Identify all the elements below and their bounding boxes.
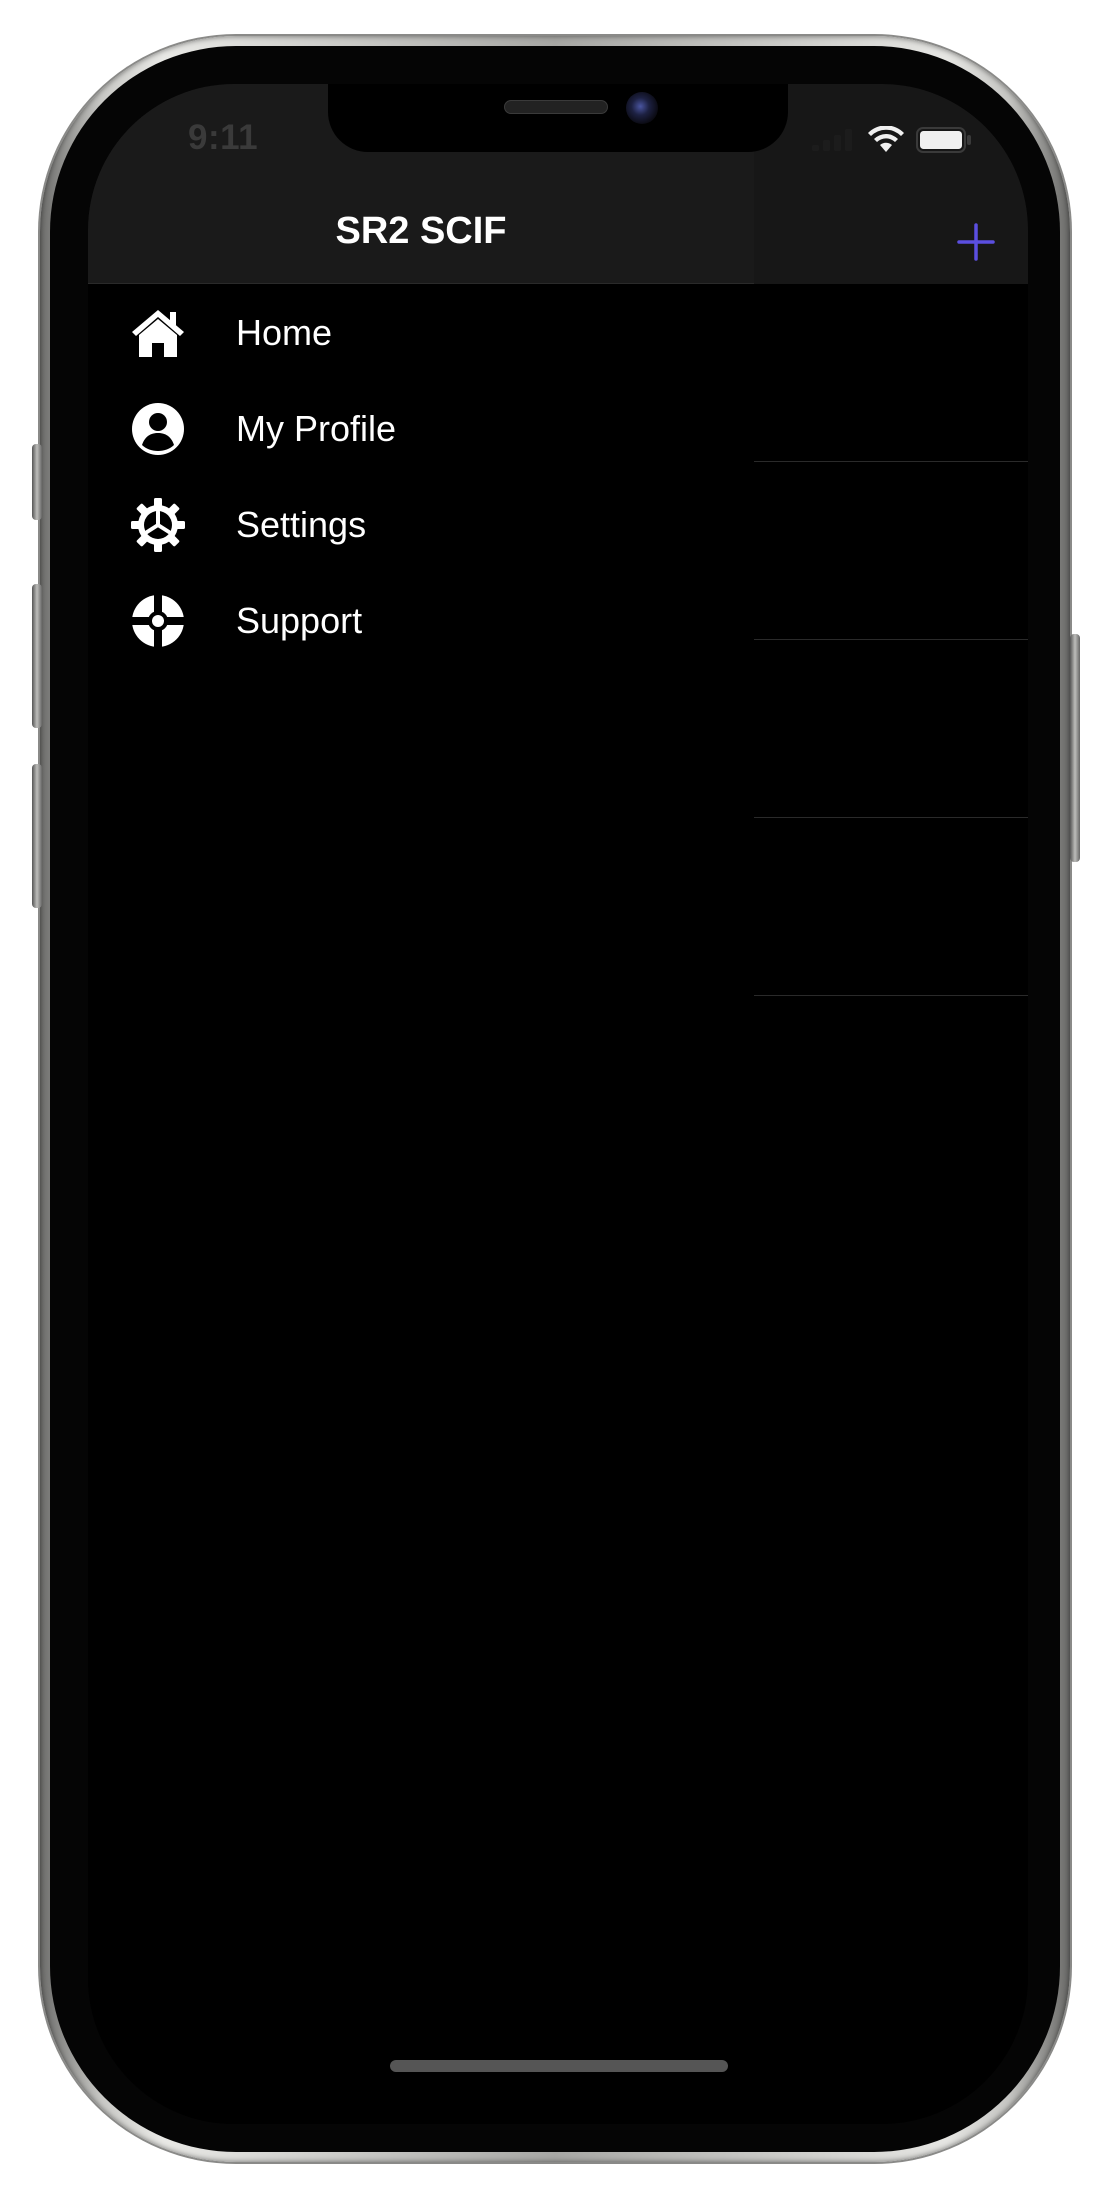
side-drawer: 9:11 SR2 SCIF Home My Profile Settings S… [88, 84, 754, 2124]
home-indicator[interactable] [390, 2060, 728, 2072]
support-icon [130, 593, 186, 649]
menu-item-my-profile[interactable]: My Profile [88, 380, 754, 478]
menu-item-home[interactable]: Home [88, 284, 754, 382]
menu-item-label: Home [236, 312, 333, 353]
volume-up-button [32, 584, 42, 728]
settings-icon [130, 497, 186, 553]
home-icon [130, 305, 186, 361]
add-button[interactable] [948, 214, 1004, 270]
volume-down-button [32, 764, 42, 908]
notch [328, 84, 788, 152]
menu-item-label: My Profile [236, 408, 397, 449]
power-button [1070, 634, 1080, 862]
wifi-icon [868, 126, 904, 152]
speaker-grille [504, 100, 608, 114]
menu-item-support[interactable]: Support [88, 572, 754, 670]
menu-item-settings[interactable]: Settings [88, 476, 754, 574]
cellular-icon [812, 129, 852, 151]
menu-item-label: Support [236, 600, 363, 641]
battery-icon [916, 127, 971, 153]
silent-switch [32, 444, 42, 520]
plus-icon [957, 223, 995, 261]
menu-item-label: Settings [236, 504, 367, 545]
drawer-title: SR2 SCIF [335, 210, 507, 252]
profile-icon [130, 401, 186, 457]
status-time: 9:11 [188, 118, 259, 157]
status-icons [812, 126, 972, 154]
screen: e 9:11 [88, 84, 1028, 2124]
front-camera [626, 92, 658, 124]
